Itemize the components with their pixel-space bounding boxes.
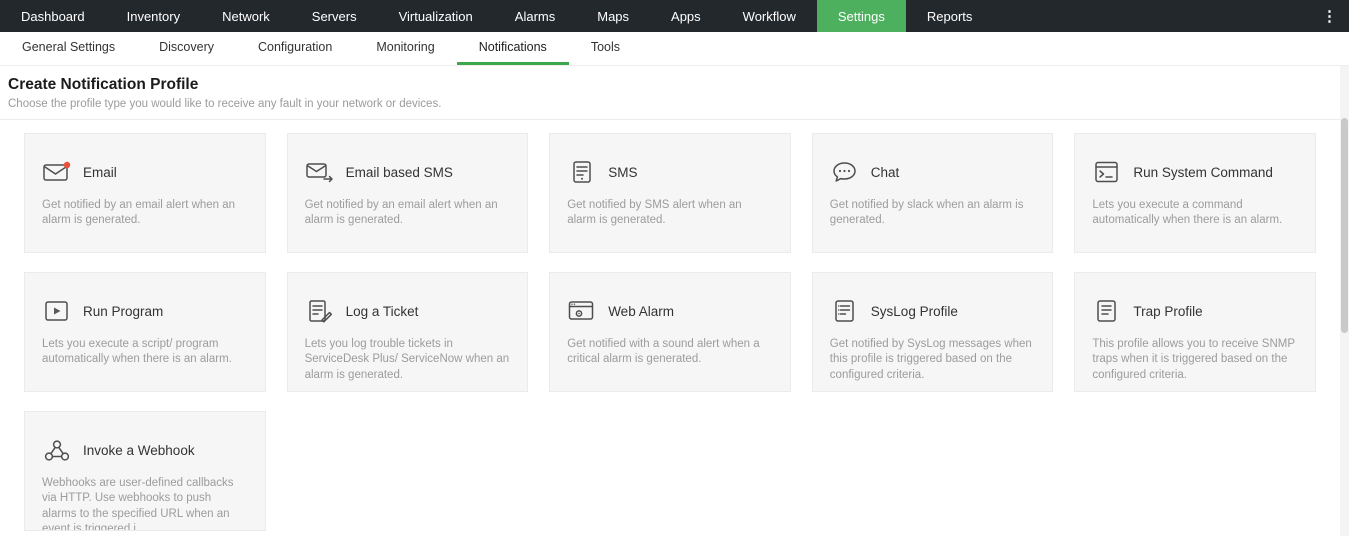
card-description: Get notified by an email alert when an a… (42, 198, 248, 229)
card-title: SysLog Profile (871, 304, 958, 319)
scrollbar[interactable] (1340, 66, 1349, 536)
card-description: Get notified by an email alert when an a… (305, 198, 511, 229)
nav-item-dashboard[interactable]: Dashboard (0, 0, 106, 32)
top-navigation-bar: Dashboard Inventory Network Servers Virt… (0, 0, 1349, 32)
card-title: Run Program (83, 304, 163, 319)
card-description: Lets you log trouble tickets in ServiceD… (305, 337, 511, 383)
card-title: SMS (608, 165, 637, 180)
nav-item-network[interactable]: Network (201, 0, 291, 32)
page-subtitle: Choose the profile type you would like t… (8, 98, 1341, 111)
nav-item-virtualization[interactable]: Virtualization (378, 0, 494, 32)
nav-item-inventory[interactable]: Inventory (106, 0, 201, 32)
card-run-program[interactable]: Run Program Lets you execute a script/ p… (24, 272, 266, 392)
card-run-system-command[interactable]: Run System Command Lets you execute a co… (1074, 133, 1316, 253)
tab-discovery[interactable]: Discovery (137, 32, 236, 65)
card-title: Run System Command (1133, 165, 1273, 180)
card-description: Lets you execute a script/ program autom… (42, 337, 248, 368)
tab-configuration[interactable]: Configuration (236, 32, 354, 65)
scrollbar-thumb[interactable] (1341, 118, 1348, 333)
card-invoke-a-webhook[interactable]: Invoke a Webhook Webhooks are user-defin… (24, 411, 266, 531)
card-email-based-sms[interactable]: Email based SMS Get notified by an email… (287, 133, 529, 253)
tab-monitoring[interactable]: Monitoring (354, 32, 456, 65)
nav-item-servers[interactable]: Servers (291, 0, 378, 32)
web-alarm-icon (567, 298, 597, 324)
nav-item-settings[interactable]: Settings (817, 0, 906, 32)
card-log-a-ticket[interactable]: Log a Ticket Lets you log trouble ticket… (287, 272, 529, 392)
card-description: Webhooks are user-defined callbacks via … (42, 476, 248, 531)
card-title: Chat (871, 165, 900, 180)
card-trap-profile[interactable]: Trap Profile This profile allows you to … (1074, 272, 1316, 392)
sms-icon (567, 159, 597, 185)
card-title: Email based SMS (346, 165, 453, 180)
nav-item-reports[interactable]: Reports (906, 0, 994, 32)
card-description: Get notified with a sound alert when a c… (567, 337, 773, 368)
notification-profile-grid: Email Get notified by an email alert whe… (24, 133, 1316, 531)
syslog-icon (830, 298, 860, 324)
card-description: Get notified by SysLog messages when thi… (830, 337, 1036, 383)
card-description: Get notified by slack when an alarm is g… (830, 198, 1036, 229)
card-title: Email (83, 165, 117, 180)
chat-icon (830, 159, 860, 185)
settings-tab-bar: General Settings Discovery Configuration… (0, 32, 1349, 66)
card-chat[interactable]: Chat Get notified by slack when an alarm… (812, 133, 1054, 253)
header-divider (0, 119, 1349, 120)
email-icon (42, 159, 72, 185)
terminal-icon (1092, 159, 1122, 185)
page-title: Create Notification Profile (8, 75, 1341, 94)
webhook-icon (42, 437, 72, 463)
card-email[interactable]: Email Get notified by an email alert whe… (24, 133, 266, 253)
tab-general-settings[interactable]: General Settings (0, 32, 137, 65)
card-title: Trap Profile (1133, 304, 1202, 319)
nav-item-maps[interactable]: Maps (576, 0, 650, 32)
page-header: Create Notification Profile Choose the p… (0, 66, 1349, 111)
card-syslog-profile[interactable]: SysLog Profile Get notified by SysLog me… (812, 272, 1054, 392)
card-title: Web Alarm (608, 304, 674, 319)
run-program-icon (42, 298, 72, 324)
nav-item-alarms[interactable]: Alarms (494, 0, 576, 32)
card-description: This profile allows you to receive SNMP … (1092, 337, 1298, 383)
tab-notifications[interactable]: Notifications (457, 32, 569, 65)
kebab-menu-icon[interactable]: ⋮ (1314, 0, 1345, 32)
email-sms-icon (305, 159, 335, 185)
nav-item-apps[interactable]: Apps (650, 0, 722, 32)
nav-item-workflow[interactable]: Workflow (722, 0, 817, 32)
card-title: Invoke a Webhook (83, 443, 195, 458)
tab-tools[interactable]: Tools (569, 32, 642, 65)
trap-icon (1092, 298, 1122, 324)
card-web-alarm[interactable]: Web Alarm Get notified with a sound aler… (549, 272, 791, 392)
card-title: Log a Ticket (346, 304, 419, 319)
ticket-icon (305, 298, 335, 324)
card-description: Get notified by SMS alert when an alarm … (567, 198, 773, 229)
card-description: Lets you execute a command automatically… (1092, 198, 1298, 229)
card-sms[interactable]: SMS Get notified by SMS alert when an al… (549, 133, 791, 253)
